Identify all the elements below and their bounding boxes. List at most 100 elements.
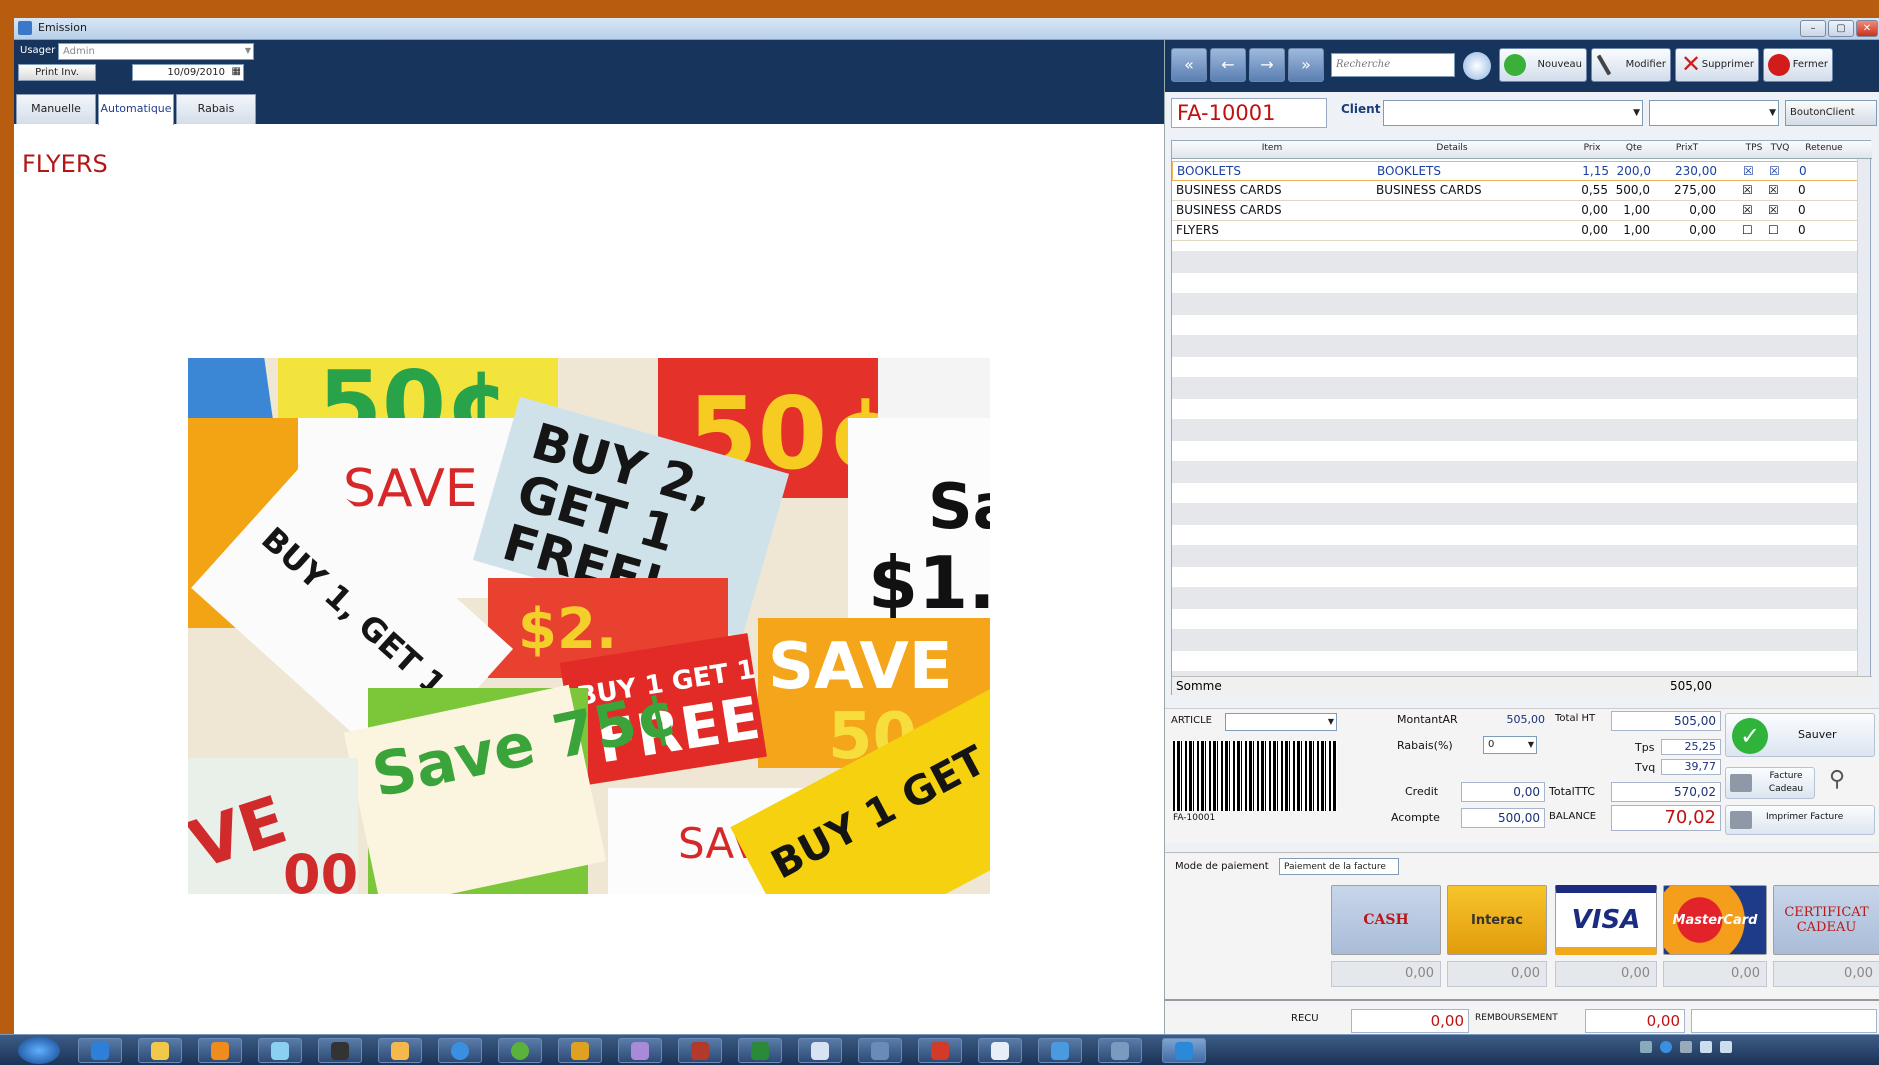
empty-row-band bbox=[1172, 587, 1858, 609]
taskbar-app5[interactable] bbox=[318, 1038, 362, 1063]
tray-icon[interactable] bbox=[1640, 1041, 1652, 1053]
volume-tray-icon[interactable] bbox=[1720, 1041, 1732, 1053]
next-record-button[interactable]: → bbox=[1249, 48, 1285, 82]
search-input[interactable]: Recherche bbox=[1331, 53, 1455, 77]
interac-amount[interactable]: 0,00 bbox=[1447, 961, 1547, 987]
gift-certificate-amount[interactable]: 0,00 bbox=[1773, 961, 1879, 987]
client-button[interactable]: BoutonClient bbox=[1785, 100, 1877, 126]
taskbar-app8[interactable] bbox=[498, 1038, 542, 1063]
modifier-button[interactable]: Modifier bbox=[1591, 48, 1671, 82]
rabais-select[interactable]: 0 ▼ bbox=[1483, 736, 1537, 754]
app-icon bbox=[1175, 1042, 1193, 1060]
imprimer-facture-button[interactable]: Imprimer Facture bbox=[1725, 805, 1875, 835]
taskbar-app17[interactable] bbox=[1038, 1038, 1082, 1063]
client-select[interactable]: ▼ bbox=[1383, 100, 1643, 126]
cell-tvq[interactable]: ☒ bbox=[1769, 164, 1785, 178]
maximize-button[interactable]: ▢ bbox=[1828, 20, 1854, 37]
taskbar-excel[interactable] bbox=[738, 1038, 782, 1063]
visa-button[interactable]: VISA bbox=[1555, 885, 1657, 955]
interac-button[interactable]: Interac bbox=[1447, 885, 1547, 955]
balance-label: BALANCE bbox=[1549, 811, 1597, 822]
taskbar-app4[interactable] bbox=[258, 1038, 302, 1063]
cash-amount[interactable]: 0,00 bbox=[1331, 961, 1441, 987]
cell-tvq[interactable]: ☒ bbox=[1768, 183, 1784, 197]
col-header-retenue[interactable]: Retenue bbox=[1794, 143, 1854, 153]
taskbar-app6[interactable] bbox=[378, 1038, 422, 1063]
table-row[interactable]: BUSINESS CARDS 0,00 1,00 0,00 ☒ ☒ 0 bbox=[1172, 201, 1858, 221]
article-select[interactable]: ▼ bbox=[1225, 713, 1337, 731]
col-header-prix[interactable]: Prix bbox=[1572, 143, 1612, 153]
coupons-illustration: 50¢ 50¢ SAVE Sa $1. BUY 2, GET 1 FREE! $… bbox=[188, 358, 990, 894]
sauver-label: Sauver bbox=[1798, 728, 1837, 741]
cell-prixt: 230,00 bbox=[1675, 164, 1717, 178]
table-row[interactable]: FLYERS 0,00 1,00 0,00 ☐ ☐ 0 bbox=[1172, 221, 1858, 241]
col-header-tps[interactable]: TPS bbox=[1742, 143, 1766, 153]
sauver-button[interactable]: ✓ Sauver bbox=[1725, 713, 1875, 757]
start-button[interactable] bbox=[18, 1037, 60, 1064]
table-row[interactable]: BOOKLETS BOOKLETS 1,15 200,0 230,00 ☒ ☒ 0 bbox=[1172, 161, 1858, 181]
supprimer-label: Supprimer bbox=[1701, 59, 1754, 70]
extra-field[interactable] bbox=[1691, 1009, 1877, 1033]
tray-icon[interactable] bbox=[1680, 1041, 1692, 1053]
taskbar-app9[interactable] bbox=[558, 1038, 602, 1063]
mastercard-button[interactable]: MasterCard bbox=[1663, 885, 1767, 955]
taskbar-app13[interactable] bbox=[798, 1038, 842, 1063]
nouveau-button[interactable]: Nouveau bbox=[1499, 48, 1587, 82]
table-row[interactable]: BUSINESS CARDS BUSINESS CARDS 0,55 500,0 275… bbox=[1172, 181, 1858, 201]
cell-tps[interactable]: ☒ bbox=[1742, 183, 1758, 197]
taskbar-help[interactable] bbox=[438, 1038, 482, 1063]
cell-tps[interactable]: ☒ bbox=[1743, 164, 1759, 178]
taskbar-explorer[interactable] bbox=[138, 1038, 182, 1063]
calendar-icon[interactable]: ▦ bbox=[232, 65, 241, 79]
taskbar-app11[interactable] bbox=[678, 1038, 722, 1063]
cell-tvq[interactable]: ☒ bbox=[1768, 203, 1784, 217]
taskbar-app10[interactable] bbox=[618, 1038, 662, 1063]
taskbar-browser[interactable] bbox=[78, 1038, 122, 1063]
date-field[interactable]: 10/09/2010 ▦ bbox=[132, 64, 244, 81]
cell-tvq[interactable]: ☐ bbox=[1768, 223, 1784, 237]
print-invoice-button[interactable]: Print Inv. bbox=[18, 64, 96, 81]
table-scrollbar[interactable] bbox=[1857, 159, 1870, 676]
tab-rabais[interactable]: Rabais bbox=[176, 94, 256, 124]
taskbar-active-app[interactable] bbox=[1162, 1038, 1206, 1063]
mode-paiement-tab[interactable]: Paiement de la facture bbox=[1279, 858, 1399, 875]
cell-prixt: 275,00 bbox=[1674, 183, 1716, 197]
search-person-icon[interactable] bbox=[1463, 52, 1491, 80]
col-header-item[interactable]: Item bbox=[1212, 143, 1332, 153]
visa-amount[interactable]: 0,00 bbox=[1555, 961, 1657, 987]
col-header-qte[interactable]: Qte bbox=[1616, 143, 1652, 153]
gift-certificate-button[interactable]: CERTIFICAT CADEAU bbox=[1773, 885, 1879, 955]
recu-label: RECU bbox=[1291, 1013, 1319, 1024]
first-record-button[interactable]: « bbox=[1171, 48, 1207, 82]
taskbar-app16[interactable] bbox=[978, 1038, 1022, 1063]
col-header-prixt[interactable]: PrixT bbox=[1662, 143, 1712, 153]
network-tray-icon[interactable] bbox=[1700, 1041, 1712, 1053]
secondary-select[interactable]: ▼ bbox=[1649, 100, 1779, 126]
taskbar-app14[interactable] bbox=[858, 1038, 902, 1063]
col-header-details[interactable]: Details bbox=[1392, 143, 1512, 153]
window-icon bbox=[811, 1042, 829, 1060]
close-button[interactable]: ✕ bbox=[1856, 20, 1878, 37]
key-icon[interactable]: ⚲ bbox=[1829, 767, 1845, 792]
taskbar-media[interactable] bbox=[198, 1038, 242, 1063]
fermer-button[interactable]: Fermer bbox=[1763, 48, 1833, 82]
montant-value: 505,00 bbox=[1506, 713, 1546, 726]
taskbar-app18[interactable] bbox=[1098, 1038, 1142, 1063]
mastercard-amount[interactable]: 0,00 bbox=[1663, 961, 1767, 987]
tab-automatique[interactable]: Automatique bbox=[98, 94, 174, 125]
user-select[interactable]: Admin ▼ bbox=[58, 43, 254, 60]
cell-tps[interactable]: ☐ bbox=[1742, 223, 1758, 237]
cell-tps[interactable]: ☒ bbox=[1742, 203, 1758, 217]
tab-manuelle[interactable]: Manuelle bbox=[16, 94, 96, 124]
cash-button[interactable]: CASH bbox=[1331, 885, 1441, 955]
app-icon bbox=[691, 1042, 709, 1060]
supprimer-button[interactable]: ✕ Supprimer bbox=[1675, 48, 1759, 82]
previous-record-button[interactable]: ← bbox=[1210, 48, 1246, 82]
facture-cadeau-button[interactable]: Facture Cadeau bbox=[1725, 767, 1815, 799]
col-header-tvq[interactable]: TVQ bbox=[1768, 143, 1792, 153]
minimize-button[interactable]: – bbox=[1800, 20, 1826, 37]
tray-icon[interactable] bbox=[1660, 1041, 1672, 1053]
last-record-button[interactable]: » bbox=[1288, 48, 1324, 82]
left-header-band: Usager Admin ▼ Print Inv. 10/09/2010 ▦ Man… bbox=[14, 40, 1164, 125]
taskbar-app15[interactable] bbox=[918, 1038, 962, 1063]
